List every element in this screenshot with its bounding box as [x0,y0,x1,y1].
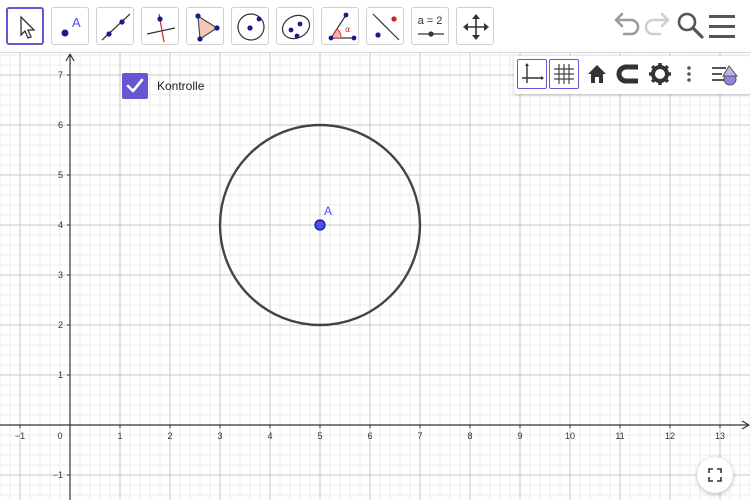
redo-icon [644,12,670,36]
undo-button[interactable] [610,8,642,49]
search-icon [677,12,704,39]
line-tool-icon [101,13,131,41]
angle-tool-label: α [345,25,350,34]
y-tick-label: 4 [58,220,63,230]
point-tool-label: A [72,15,81,30]
slider-tool-button[interactable]: a = 2 [411,7,449,45]
checkbox-label: Kontrolle [157,79,205,93]
y-tick-label: 2 [58,320,63,330]
polygon-tool-icon [195,13,220,42]
x-tick-label: 5 [317,431,322,441]
x-tick-label: 12 [665,431,675,441]
more-options-button[interactable] [679,59,699,89]
reflect-tool-button[interactable] [366,7,404,45]
y-tick-label: 5 [58,170,63,180]
x-tick-label: 8 [467,431,472,441]
x-tick-label: 3 [217,431,222,441]
standard-view-button[interactable] [582,59,612,89]
ellipse-tool-icon [281,14,311,40]
move-graphics-icon [463,14,489,40]
gear-icon [649,63,671,85]
style-bar [514,56,750,94]
settings-button[interactable] [645,59,675,89]
more-vertical-icon [687,66,691,82]
menu-button[interactable] [706,8,738,49]
x-tick-label: 9 [517,431,522,441]
x-tick-label: 7 [417,431,422,441]
x-tick-label: −1 [15,431,25,441]
arrow-pointer-icon [20,15,36,39]
perpendicular-tool-icon [146,13,176,43]
move-graphics-tool-button[interactable] [456,7,494,45]
x-tick-label: 0 [57,431,62,441]
minor-grid [0,53,750,500]
grid-toggle-icon [554,64,574,84]
style-bar-toggle-icon [712,65,739,86]
y-tick-label: −1 [53,470,63,480]
circle-center-tool-icon [237,13,265,41]
graphics-view[interactable]: −1 0 1 2 3 4 5 6 7 8 9 10 11 12 13−11234567 A [0,53,750,500]
angle-tool-icon: α [328,12,357,41]
x-tick-label: 10 [565,431,575,441]
point-a-label: A [324,204,332,218]
kontrolle-checkbox[interactable] [122,73,148,99]
x-tick-label: 13 [715,431,725,441]
angle-tool-button[interactable]: α [321,7,359,45]
x-tick-label: 11 [615,431,624,441]
magnet-icon [616,64,638,84]
axes-toggle-button[interactable] [517,59,547,89]
fullscreen-icon [708,468,722,482]
point-capturing-button[interactable] [613,59,643,89]
style-bar-toggle-button[interactable] [710,59,740,89]
checkmark-icon [126,78,144,93]
redo-button[interactable] [642,8,674,49]
point-tool-icon: A [61,15,81,37]
perpendicular-tool-button[interactable] [141,7,179,45]
menu-icon [709,15,735,38]
circle-center-tool-button[interactable] [231,7,269,45]
home-icon [588,65,606,83]
line-tool-button[interactable] [96,7,134,45]
y-tick-label: 3 [58,270,63,280]
ellipse-tool-button[interactable] [276,7,314,45]
polygon-tool-button[interactable] [186,7,224,45]
axes [0,53,750,500]
point-a[interactable] [314,219,326,231]
point-tool-button[interactable]: A [51,7,89,45]
grid-toggle-button[interactable] [549,59,579,89]
axes-toggle-icon [522,63,544,83]
x-tick-label: 2 [167,431,172,441]
reflect-tool-icon [372,13,400,41]
x-tick-label: 6 [367,431,372,441]
toolbar: A α a = 2 [0,0,750,53]
move-tool-button[interactable] [6,7,44,45]
major-grid [0,53,750,500]
undo-icon [614,12,640,36]
slider-tool-icon [418,31,444,37]
x-tick-label: 4 [267,431,272,441]
y-tick-label: 7 [58,70,63,80]
y-tick-label: 6 [58,120,63,130]
y-tick-label: 1 [58,370,63,380]
x-tick-label: 1 [117,431,122,441]
search-button[interactable] [674,8,706,49]
fullscreen-button[interactable] [697,457,733,493]
